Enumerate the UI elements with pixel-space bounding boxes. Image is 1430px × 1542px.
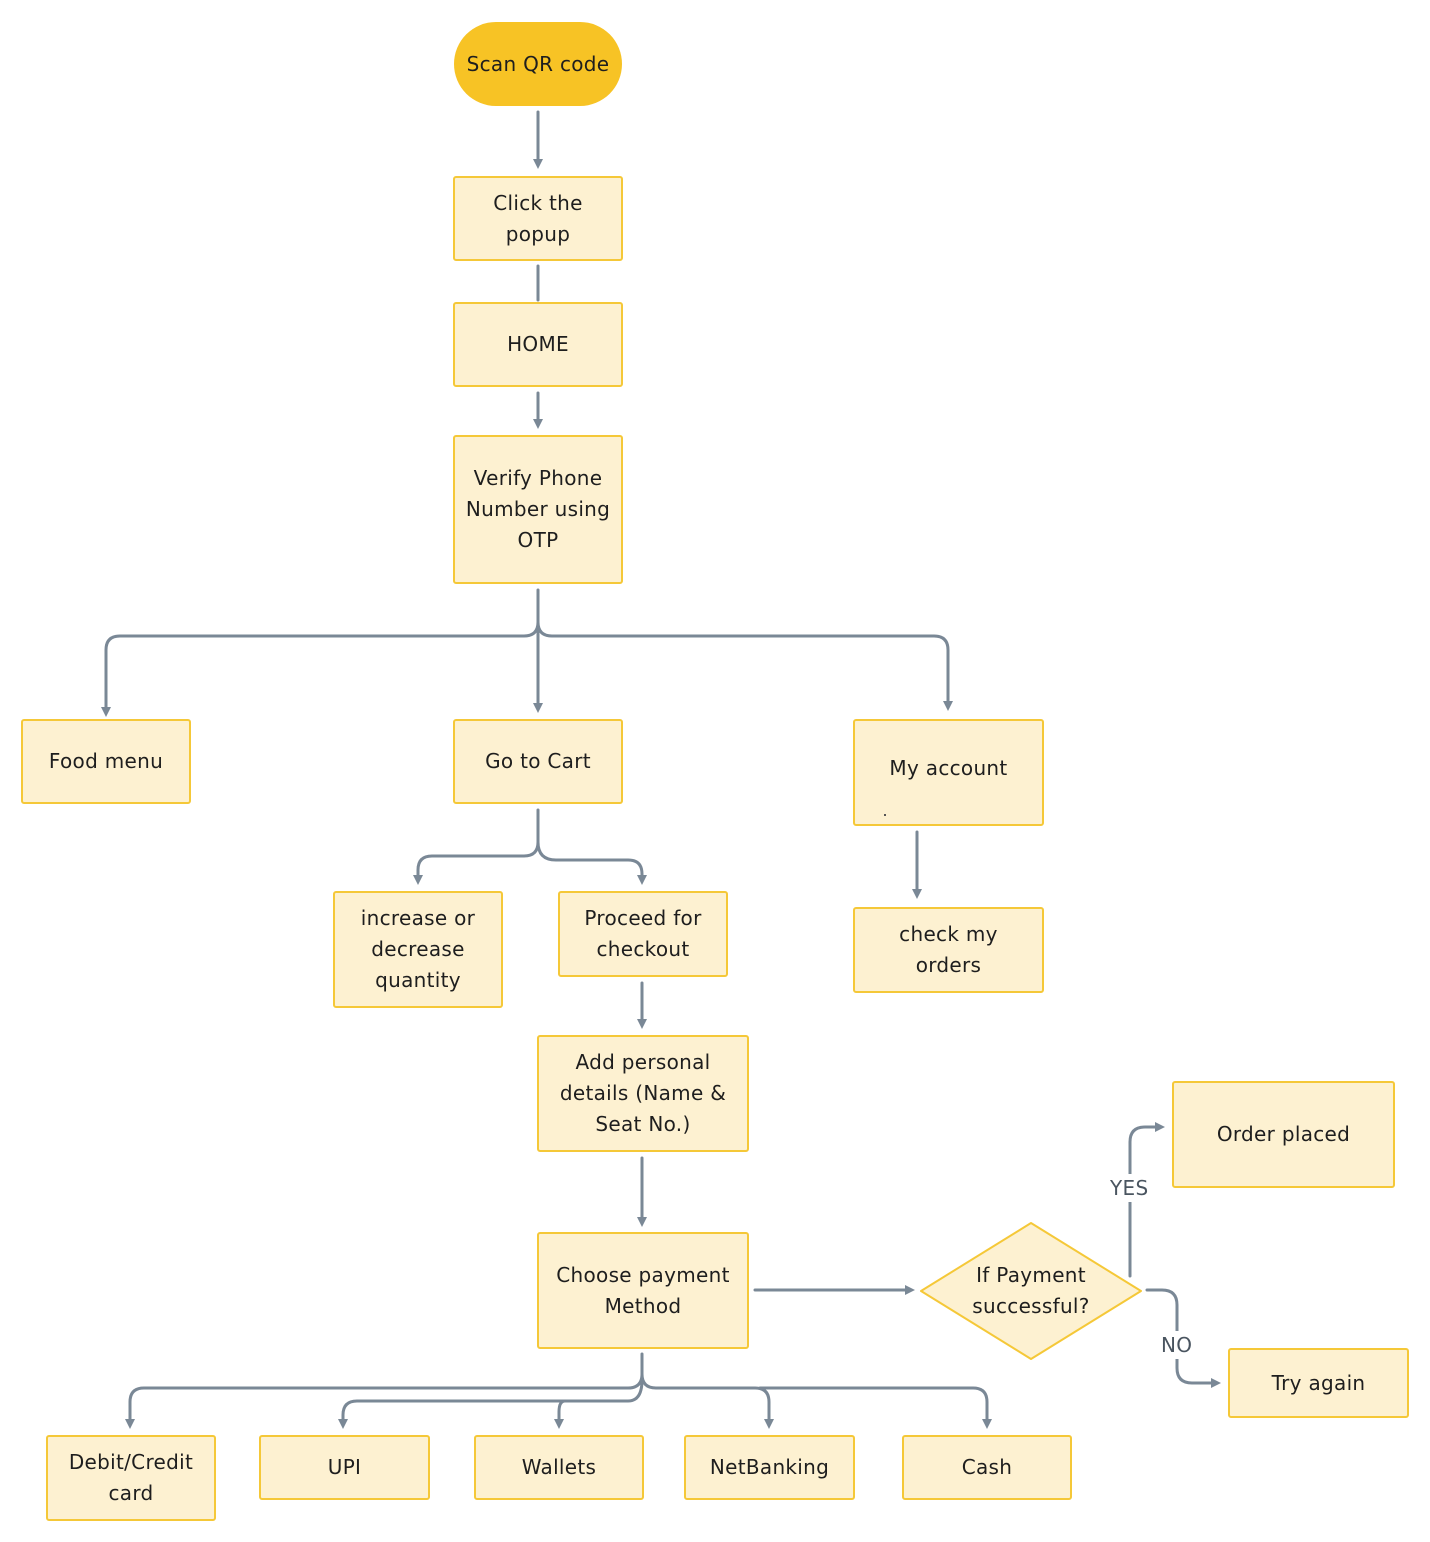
edge-label-no: NO [1159,1331,1195,1359]
node-food-menu[interactable]: Food menu [21,719,191,804]
stray-dot [884,814,886,816]
node-verify-phone[interactable]: Verify Phone Number using OTP [453,435,623,584]
edge-payment-to-debit [125,1352,644,1429]
node-personal-details[interactable]: Add personal details (Name & Seat No.) [537,1035,749,1152]
node-proceed-checkout[interactable]: Proceed for checkout [558,891,728,977]
node-my-account[interactable]: My account [853,719,1044,826]
node-home[interactable]: HOME [453,302,623,387]
node-netbanking[interactable]: NetBanking [684,1435,855,1500]
edge-verify-to-food [101,620,540,717]
node-go-to-cart[interactable]: Go to Cart [453,719,623,804]
edge-payment-to-cash [758,1386,992,1429]
edge-verify-to-account [536,620,953,711]
edge-payment-to-wallets [554,1399,567,1429]
node-cash[interactable]: Cash [902,1435,1072,1500]
edge-label-yes: YES [1108,1174,1151,1202]
edge-payment-to-netbanking [640,1372,774,1429]
node-payment-decision[interactable]: If Payment successful? [919,1221,1143,1361]
node-debit-credit-card[interactable]: Debit/Credit card [46,1435,216,1521]
edge-cart-to-quantity [413,808,540,885]
node-check-my-orders[interactable]: check my orders [853,907,1044,993]
node-choose-payment[interactable]: Choose payment Method [537,1232,749,1349]
node-click-popup[interactable]: Click the popup [453,176,623,261]
node-change-quantity[interactable]: increase or decrease quantity [333,891,503,1008]
edge-cart-to-checkout [536,840,647,885]
node-wallets[interactable]: Wallets [474,1435,644,1500]
node-upi[interactable]: UPI [259,1435,430,1500]
decision-label: If Payment successful? [972,1263,1090,1318]
node-try-again[interactable]: Try again [1228,1348,1409,1418]
node-order-placed[interactable]: Order placed [1172,1081,1395,1188]
node-scan-qr-code[interactable]: Scan QR code [454,22,622,106]
